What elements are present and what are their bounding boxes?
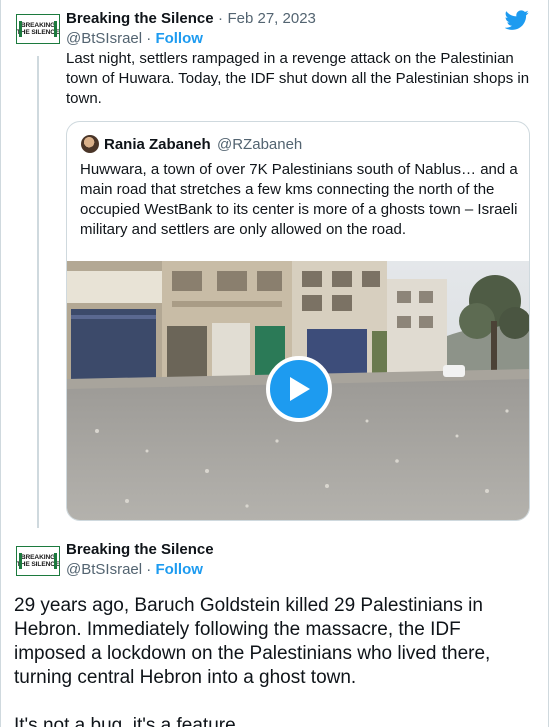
logo-bar-right xyxy=(54,21,57,37)
author-name[interactable]: Breaking the Silence xyxy=(66,10,214,27)
tweet1-text: Last night, settlers rampaged in a reven… xyxy=(66,50,530,107)
follow-button[interactable]: Follow xyxy=(155,561,203,578)
avatar-logo-line1: BREAKING xyxy=(20,554,56,561)
thread-connector xyxy=(37,56,39,528)
quoted-author-handle[interactable]: @RZabaneh xyxy=(217,136,302,153)
tweet2-text: 29 years ago, Baruch Goldstein killed 29… xyxy=(14,595,491,688)
play-icon xyxy=(290,377,310,401)
play-button[interactable] xyxy=(266,356,332,422)
avatar-logo-line2: THE SILENCE xyxy=(16,561,60,568)
separator: · xyxy=(146,561,152,578)
logo-bar-right xyxy=(54,553,57,569)
twitter-bird-icon[interactable] xyxy=(505,8,529,32)
tweet2-header: Breaking the Silence xyxy=(66,541,214,559)
tweet1-handle-row: @BtSIsrael · Follow xyxy=(66,30,203,47)
quoted-author-avatar[interactable] xyxy=(81,135,99,153)
quoted-tweet-text: Huwwara, a town of over 7K Palestinians … xyxy=(80,161,518,238)
author-handle[interactable]: @BtSIsrael xyxy=(66,30,142,47)
follow-button[interactable]: Follow xyxy=(155,30,203,47)
tweet-date[interactable]: Feb 27, 2023 xyxy=(227,10,315,27)
avatar-logo-line1: BREAKING xyxy=(20,22,56,29)
avatar-logo-line2: THE SILENCE xyxy=(16,29,60,36)
breaking-the-silence-avatar[interactable]: BREAKING THE SILENCE xyxy=(16,14,60,44)
author-handle[interactable]: @BtSIsrael xyxy=(66,561,142,578)
quoted-author-name[interactable]: Rania Zabaneh xyxy=(104,136,211,153)
quoted-tweet[interactable]: Rania Zabaneh @RZabaneh Huwwara, a town … xyxy=(66,121,530,521)
logo-bar-left xyxy=(19,553,22,569)
author-name[interactable]: Breaking the Silence xyxy=(66,541,214,558)
tweet2-text-continued: It's not a bug, it's a feature. xyxy=(14,715,241,727)
tweet2-handle-row: @BtSIsrael · Follow xyxy=(66,561,203,578)
video-thumbnail[interactable] xyxy=(67,261,529,520)
breaking-the-silence-avatar[interactable]: BREAKING THE SILENCE xyxy=(16,546,60,576)
tweet1-header: Breaking the Silence · Feb 27, 2023 xyxy=(66,10,316,28)
logo-bar-left xyxy=(19,21,22,37)
separator: · xyxy=(218,10,224,27)
separator: · xyxy=(146,30,152,47)
